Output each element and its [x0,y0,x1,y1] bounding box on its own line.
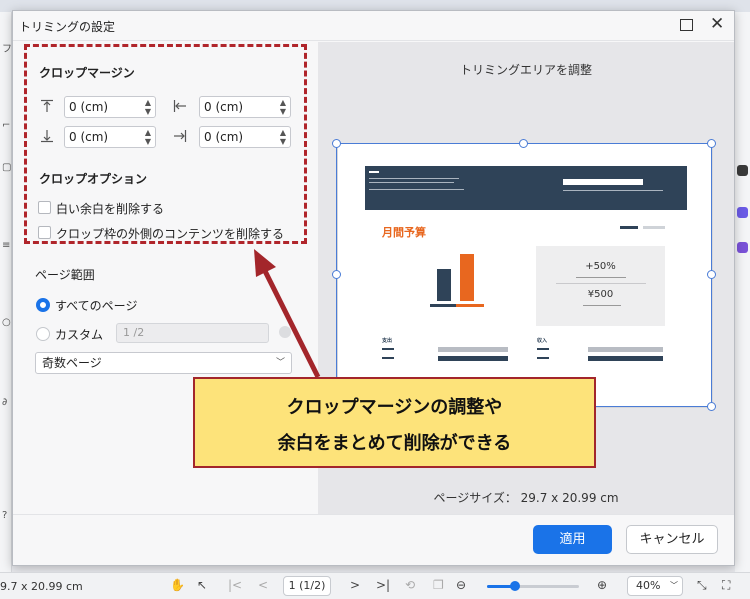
zoom-slider[interactable] [487,581,579,591]
crop-area-frame[interactable] [336,143,712,407]
zoom-out-icon[interactable]: ⊖ [456,578,466,592]
last-page-icon[interactable]: >| [376,578,390,592]
toolbar-glyph[interactable]: ⌐ [2,120,10,131]
status-page-size: 9.7 x 20.99 cm [0,580,83,593]
maximize-icon[interactable] [680,19,693,31]
dialog-footer: 適用 キャンセル [13,514,734,565]
annotation-line-1: クロップマージンの調整や [286,397,503,418]
status-bar: 9.7 x 20.99 cm ✋ ↖ |< < 1 (1/2) > >| ⟲ ❐… [0,572,750,599]
app-left-toolbar: フ ⌐ ▢ ≡ ○ ∂ ? [0,12,12,572]
custom-radio[interactable] [36,327,50,341]
crop-handle-right[interactable] [707,270,716,279]
all-pages-radio[interactable] [36,298,50,312]
custom-label: カスタム [55,328,104,342]
zoom-slider-knob[interactable] [509,581,520,591]
select-tool-icon[interactable]: ↖ [197,578,207,592]
zoom-select[interactable]: 40% ﹀ [627,576,683,596]
copy-icon[interactable]: ❐ [433,578,444,592]
page-range-heading: ページ範囲 [35,268,95,282]
toolbar-glyph[interactable]: フ [2,40,12,55]
plugin-icon[interactable] [737,242,748,253]
crop-handle-bottom-right[interactable] [707,402,716,411]
prev-page-icon[interactable]: < [258,578,268,592]
crop-handle-top-left[interactable] [332,139,341,148]
annotation-callout: クロップマージンの調整や 余白をまとめて削除ができる [193,377,596,468]
zoom-value: 40% [636,579,661,592]
toolbar-glyph[interactable]: ∂ [2,397,7,408]
hand-tool-icon[interactable]: ✋ [170,578,185,592]
chevron-down-icon: ﹀ [670,581,678,590]
plugin-icon[interactable] [737,207,748,218]
toolbar-glyph[interactable]: ≡ [2,240,10,251]
next-page-icon[interactable]: > [350,578,360,592]
app-right-toolbar [735,12,750,572]
apply-button[interactable]: 適用 [533,525,612,554]
dialog-titlebar: トリミングの設定 ✕ [13,11,734,41]
annotation-arrow [254,249,321,379]
annotation-line-2: 余白をまとめて削除ができる [277,433,512,454]
odd-even-selected: 奇数ページ [42,356,102,370]
fullscreen-icon[interactable]: ⛶ [722,578,730,593]
page-size-label: ページサイズ： 29.7 x 20.99 cm [433,491,619,505]
crop-handle-top-right[interactable] [707,139,716,148]
preview-title: トリミングエリアを調整 [459,63,592,77]
zoom-in-icon[interactable]: ⊕ [597,578,607,592]
fit-page-icon[interactable]: ⤡ [697,578,707,593]
crop-handle-top[interactable] [519,139,528,148]
rotate-icon[interactable]: ⟲ [405,578,415,592]
dialog-title: トリミングの設定 [19,20,116,34]
all-pages-label: すべてのページ [55,299,138,313]
first-page-icon[interactable]: |< [228,578,242,592]
custom-pages-placeholder: 1 /2 [123,326,145,339]
close-icon[interactable]: ✕ [710,14,724,34]
cancel-button[interactable]: キャンセル [626,525,718,554]
page-indicator[interactable]: 1 (1/2) [283,576,331,596]
toolbar-glyph[interactable]: ▢ [2,162,11,173]
toolbar-glyph[interactable]: ○ [2,317,11,328]
ai-icon[interactable] [737,165,748,176]
highlight-frame [24,44,307,244]
help-icon[interactable]: ? [2,510,7,521]
